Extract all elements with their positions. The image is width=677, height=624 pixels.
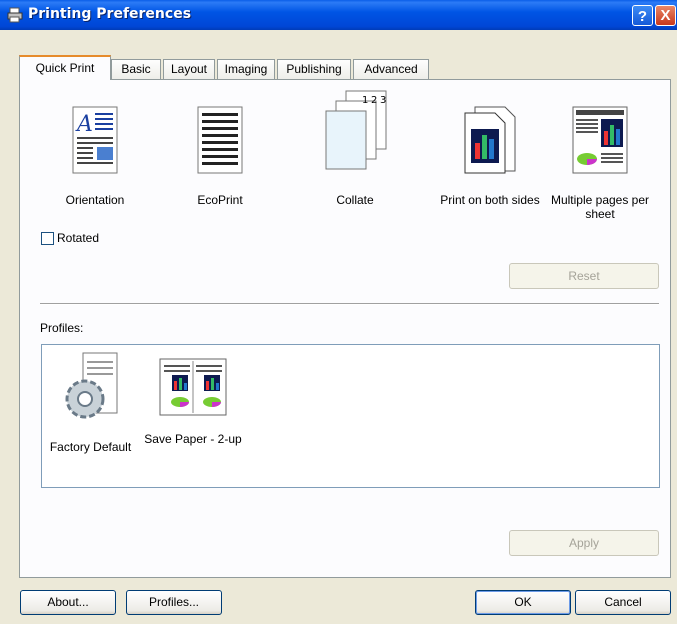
quick-print-panel: A Orientation EcoPrint 1 2 3 Collate Pri… bbox=[19, 79, 671, 578]
profile-factory-default[interactable]: Factory Default bbox=[48, 351, 133, 454]
save-paper-icon bbox=[159, 358, 227, 416]
collate-label: Collate bbox=[336, 193, 374, 207]
profiles-button[interactable]: Profiles... bbox=[126, 590, 222, 615]
duplex-label: Print on both sides bbox=[440, 193, 540, 207]
multiple-pages-label: Multiple pages per sheet bbox=[550, 193, 650, 221]
profiles-list[interactable]: Factory Default Save Paper - 2-up bbox=[41, 344, 660, 488]
factory-default-icon bbox=[65, 352, 117, 419]
collate-number-3: 3 bbox=[380, 95, 386, 106]
printer-icon bbox=[7, 7, 23, 23]
cancel-button[interactable]: Cancel bbox=[575, 590, 671, 615]
orientation-icon: A bbox=[72, 106, 118, 174]
duplex-option[interactable]: Print on both sides bbox=[435, 105, 545, 207]
factory-default-label: Factory Default bbox=[49, 440, 132, 454]
rotated-checkbox-box[interactable] bbox=[41, 231, 54, 245]
collate-number-2: 2 bbox=[371, 95, 377, 106]
tab-layout[interactable]: Layout bbox=[163, 59, 215, 79]
separator bbox=[40, 303, 659, 305]
reset-button[interactable]: Reset bbox=[509, 263, 659, 289]
orientation-option[interactable]: A Orientation bbox=[40, 105, 150, 207]
tab-publishing[interactable]: Publishing bbox=[277, 59, 351, 79]
tab-advanced[interactable]: Advanced bbox=[353, 59, 429, 79]
save-paper-label: Save Paper - 2-up bbox=[144, 432, 242, 446]
ecoprint-option[interactable]: EcoPrint bbox=[165, 105, 275, 207]
rotated-label: Rotated bbox=[57, 231, 100, 245]
tab-basic[interactable]: Basic bbox=[111, 59, 161, 79]
ok-button[interactable]: OK bbox=[475, 590, 571, 615]
title-bar[interactable]: Printing Preferences ? X bbox=[0, 0, 677, 30]
ecoprint-label: EcoPrint bbox=[197, 193, 243, 207]
collate-icon: 1 2 3 bbox=[325, 90, 387, 170]
multiple-pages-option[interactable]: Multiple pages per sheet bbox=[545, 105, 655, 221]
apply-button[interactable]: Apply bbox=[509, 530, 659, 556]
collate-option[interactable]: 1 2 3 Collate bbox=[300, 89, 410, 207]
duplex-icon bbox=[464, 106, 516, 174]
rotated-checkbox[interactable]: Rotated bbox=[41, 231, 99, 245]
ecoprint-icon bbox=[197, 106, 243, 174]
profiles-label: Profiles: bbox=[40, 321, 84, 335]
help-button[interactable]: ? bbox=[632, 5, 653, 26]
profile-save-paper[interactable]: Save Paper - 2-up bbox=[143, 357, 243, 446]
close-button[interactable]: X bbox=[655, 5, 676, 26]
window-title: Printing Preferences bbox=[28, 6, 192, 22]
tab-imaging[interactable]: Imaging bbox=[217, 59, 275, 79]
tab-quick-print[interactable]: Quick Print bbox=[19, 55, 111, 80]
collate-number-1: 1 bbox=[362, 95, 368, 106]
about-button[interactable]: About... bbox=[20, 590, 116, 615]
multiple-pages-icon bbox=[572, 106, 628, 174]
orientation-label: Orientation bbox=[65, 193, 125, 207]
svg-text:A: A bbox=[75, 112, 93, 137]
